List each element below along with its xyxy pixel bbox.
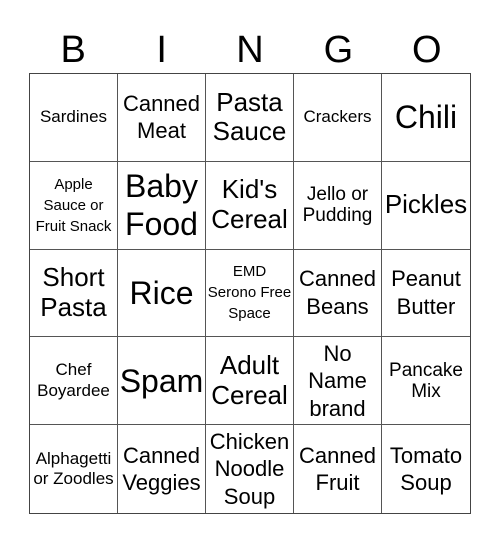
bingo-cell-label: Crackers (303, 107, 372, 127)
bingo-cell-label: Rice (129, 274, 194, 311)
bingo-cell[interactable]: Spam (118, 337, 206, 426)
bingo-cell-label: No Name brand (308, 340, 367, 421)
bingo-header: B I N G O (29, 28, 471, 72)
bingo-cell[interactable]: Pancake Mix (382, 337, 470, 426)
bingo-cell[interactable]: Baby Food (118, 161, 206, 250)
bingo-cell[interactable]: Jello or Pudding (294, 161, 382, 250)
header-letter-g: G (323, 29, 354, 71)
header-letter-o: O (412, 29, 442, 71)
bingo-cell-label: Canned Beans (298, 266, 377, 319)
bingo-cell[interactable]: Tomato Soup (382, 425, 470, 513)
bingo-cell-label: Canned Meat (122, 90, 201, 144)
bingo-cell[interactable]: Canned Veggies (118, 425, 206, 513)
bingo-cell-label: Pancake Mix (389, 359, 463, 402)
bingo-cell-label: EMD Serono Free Space (207, 263, 292, 323)
bingo-cell[interactable]: Pasta Sauce (206, 74, 294, 162)
bingo-cell[interactable]: Canned Fruit (294, 425, 382, 513)
bingo-cell[interactable]: Chili (382, 74, 470, 162)
bingo-cell-label: Kid's Cereal (211, 174, 288, 235)
bingo-cell-label: Apple Sauce or Fruit Snack (35, 175, 112, 235)
bingo-cell[interactable]: Pickles (382, 162, 470, 250)
bingo-cell[interactable]: Kid's Cereal (206, 161, 294, 250)
bingo-cell-label: Chili (394, 99, 458, 136)
bingo-cell-label: Chef Boyardee (37, 360, 110, 400)
bingo-cell[interactable]: Canned Beans (294, 249, 382, 338)
bingo-cell-label: Sardines (39, 107, 108, 127)
bingo-cell-label: Alphagetti or Zoodles (33, 448, 114, 489)
bingo-cell-label: Baby Food (125, 167, 198, 243)
bingo-cell[interactable]: Sardines (30, 74, 118, 162)
bingo-cell[interactable]: Peanut Butter (382, 250, 470, 338)
bingo-cell[interactable]: Alphagetti or Zoodles (30, 425, 118, 513)
bingo-card-grid: Sardines Canned Meat Pasta Sauce Crackers Ch… (29, 73, 471, 514)
bingo-cell-label: Canned Veggies (122, 442, 201, 496)
bingo-cell-label: Pasta Sauce (212, 86, 287, 147)
bingo-cell[interactable]: Apple Sauce or Fruit Snack (30, 161, 118, 250)
bingo-cell[interactable]: Rice (118, 249, 206, 338)
bingo-cell-label: Spam (119, 362, 204, 399)
bingo-cell[interactable]: Canned Meat (118, 74, 206, 162)
header-letter-i: I (156, 29, 167, 71)
bingo-cell-label: Pickles (384, 189, 468, 220)
bingo-cell-label: Peanut Butter (391, 266, 461, 319)
bingo-cell-label: Canned Fruit (298, 442, 377, 496)
bingo-cell-label: Adult Cereal (211, 349, 288, 410)
bingo-cell[interactable]: Short Pasta (30, 249, 118, 338)
bingo-cell[interactable]: Crackers (294, 74, 382, 162)
header-letter-n: N (236, 29, 264, 71)
bingo-cell[interactable]: Chicken Noodle Soup (206, 425, 294, 513)
bingo-cell[interactable]: Adult Cereal (206, 337, 294, 426)
bingo-cell-label: Chicken Noodle Soup (209, 428, 290, 509)
header-letter-b: B (60, 29, 86, 71)
bingo-cell[interactable]: Chef Boyardee (30, 337, 118, 426)
bingo-cell-free-space[interactable]: EMD Serono Free Space (206, 249, 294, 338)
bingo-cell-label: Jello or Pudding (302, 183, 373, 227)
bingo-cell-label: Tomato Soup (389, 442, 463, 496)
bingo-cell-label: Short Pasta (40, 262, 107, 322)
bingo-cell[interactable]: No Name brand (294, 337, 382, 426)
